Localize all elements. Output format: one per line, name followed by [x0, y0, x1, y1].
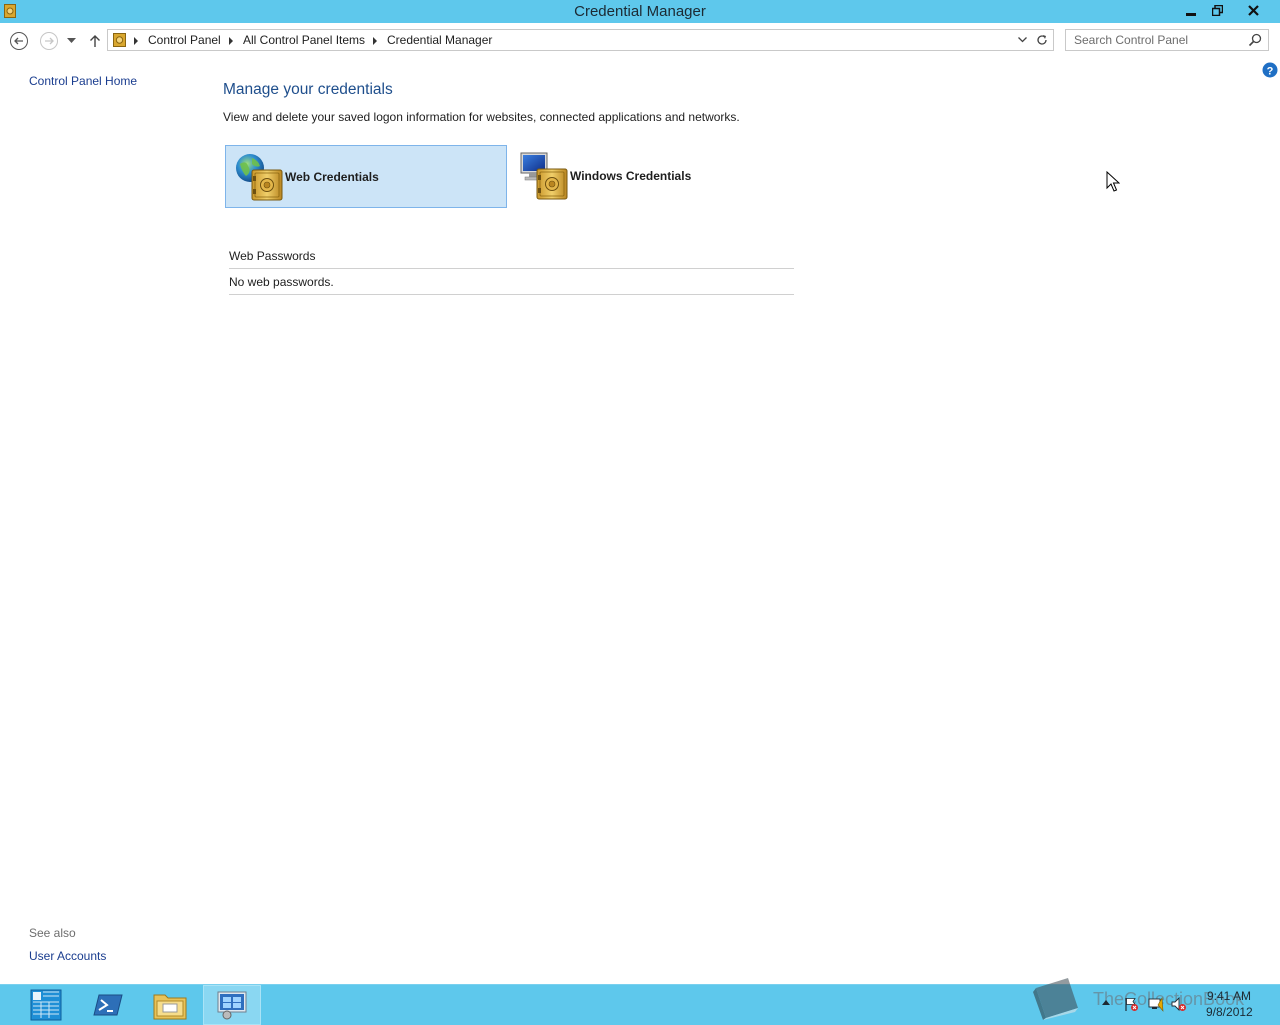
close-button[interactable] [1230, 0, 1276, 21]
windows-credentials-label: Windows Credentials [570, 169, 692, 183]
clock-date[interactable]: 9/8/2012 [1206, 1005, 1253, 1019]
start-button[interactable] [18, 985, 74, 1025]
breadcrumb-control-panel[interactable]: Control Panel [148, 33, 221, 47]
web-credentials-icon [236, 154, 283, 201]
file-explorer-icon [153, 994, 187, 1020]
breadcrumb-separator-icon[interactable] [373, 37, 377, 45]
taskbar-file-explorer-button[interactable] [142, 985, 198, 1025]
restore-button[interactable] [1204, 0, 1230, 21]
user-accounts-link[interactable]: User Accounts [29, 949, 106, 963]
window-title: Credential Manager [574, 3, 706, 20]
clock-time[interactable]: 9:41 AM [1207, 989, 1251, 1003]
credential-manager-location-icon [113, 33, 126, 47]
minimize-icon [1185, 12, 1196, 16]
windows-credentials-icon [520, 152, 568, 200]
empty-list-message: No web passwords. [229, 275, 334, 289]
powershell-icon [93, 994, 123, 1016]
chevron-down-icon [1017, 37, 1027, 43]
address-dropdown-button[interactable] [1014, 32, 1030, 48]
web-credentials-label: Web Credentials [285, 170, 379, 184]
address-bar[interactable]: Control Panel All Control Panel Items Cr… [107, 29, 1054, 51]
search-icon[interactable] [1248, 33, 1262, 47]
up-arrow-icon [90, 35, 100, 47]
action-center-flag-icon[interactable] [1123, 996, 1139, 1012]
up-button[interactable] [84, 30, 106, 52]
breadcrumb-all-control-panel-items[interactable]: All Control Panel Items [243, 33, 365, 47]
web-passwords-header[interactable]: Web Passwords [229, 249, 315, 263]
taskbar-powershell-button[interactable] [80, 985, 136, 1025]
start-icon [30, 989, 62, 1021]
network-icon[interactable] [1148, 996, 1164, 1012]
watermark-book-icon [1033, 978, 1078, 1020]
close-icon [1247, 5, 1259, 16]
title-bar: Credential Manager [0, 0, 1280, 23]
page-title: Manage your credentials [223, 81, 393, 98]
back-arrow-icon [10, 32, 28, 50]
chevron-down-icon [66, 38, 76, 43]
taskbar [0, 984, 1280, 1025]
section-divider [229, 294, 794, 295]
page-description: View and delete your saved logon informa… [223, 110, 740, 124]
see-also-label: See also [29, 926, 76, 940]
breadcrumb-credential-manager[interactable]: Credential Manager [387, 33, 492, 47]
minimize-button[interactable] [1177, 0, 1204, 21]
recent-locations-button[interactable] [61, 30, 81, 52]
back-button[interactable] [8, 30, 30, 52]
control-panel-icon [217, 991, 247, 1020]
windows-credentials-tile[interactable]: Windows Credentials [513, 145, 795, 208]
svg-text:?: ? [1267, 65, 1274, 77]
show-hidden-icons-button[interactable] [1102, 1000, 1110, 1005]
forward-arrow-icon [40, 32, 58, 50]
mouse-cursor-icon [1106, 171, 1120, 192]
search-input[interactable] [1074, 32, 1244, 48]
volume-icon[interactable] [1171, 996, 1187, 1012]
refresh-button[interactable] [1034, 32, 1050, 48]
search-box[interactable] [1065, 29, 1269, 51]
breadcrumb-separator-icon[interactable] [134, 37, 138, 45]
restore-icon [1211, 5, 1223, 16]
help-icon[interactable]: ? [1262, 62, 1278, 78]
control-panel-home-link[interactable]: Control Panel Home [29, 74, 137, 88]
breadcrumb-separator-icon[interactable] [229, 37, 233, 45]
taskbar-control-panel-button[interactable] [203, 985, 261, 1025]
forward-button[interactable] [38, 30, 60, 52]
web-credentials-tile[interactable]: Web Credentials [225, 145, 507, 208]
refresh-icon [1037, 35, 1047, 45]
section-divider [229, 268, 794, 269]
